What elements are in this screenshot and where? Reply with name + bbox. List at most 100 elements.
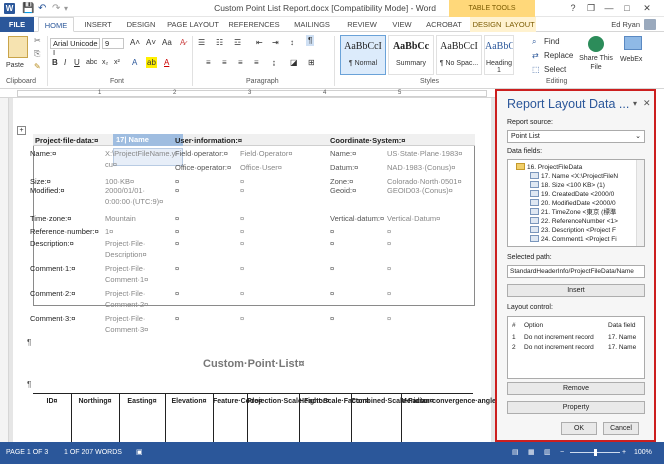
font-name-combo[interactable]: Arial Unicode I (50, 38, 100, 57)
coord-value[interactable]: ¤ (387, 227, 391, 236)
tree-item[interactable]: 23. Description <Project F (530, 226, 616, 235)
shrink-font-icon[interactable]: A˅ (146, 37, 156, 48)
coord-value[interactable]: ¤ (387, 239, 391, 248)
tab-file[interactable]: FILE (0, 17, 34, 32)
tab-review[interactable]: REVIEW (340, 17, 384, 32)
field-label[interactable]: Modified:¤ (30, 186, 65, 195)
highlight-icon[interactable]: ab (146, 57, 157, 68)
style-summary[interactable]: AaBbCc Summary (388, 35, 434, 75)
vertical-ruler[interactable] (0, 98, 9, 442)
layout-control-table[interactable]: # Option Data field 1 Do not increment r… (507, 316, 645, 379)
column-header[interactable]: Height·Scale·Factor¤ (299, 397, 369, 406)
font-color-icon[interactable]: A (164, 57, 169, 68)
find-icon[interactable]: ⌕ (532, 36, 536, 47)
coord-value[interactable]: GEOID03·(Conus)¤ (387, 186, 453, 195)
tab-view[interactable]: VIEW (386, 17, 418, 32)
coord-label[interactable]: Zone:¤ (330, 177, 353, 186)
tree-item[interactable]: 24. Comment1 <Project Fi (530, 235, 617, 244)
line-spacing-icon[interactable]: ↨ (272, 57, 276, 68)
user-label[interactable]: ¤ (175, 186, 179, 195)
field-label[interactable]: Time·zone:¤ (30, 214, 71, 223)
close-button[interactable]: ✕ (640, 2, 654, 14)
tree-item[interactable]: 22. ReferenceNumber <1> (530, 217, 618, 226)
field-label[interactable]: Name:¤ (30, 149, 56, 158)
user-value[interactable]: ¤ (240, 314, 244, 323)
avatar[interactable] (644, 19, 656, 30)
column-header[interactable]: ID¤ (33, 397, 71, 406)
field-value[interactable]: Mountain (105, 214, 136, 223)
copy-icon[interactable]: ⎘ (34, 48, 40, 59)
style-normal[interactable]: AaBbCcI ¶ Normal (340, 35, 386, 75)
insert-button[interactable]: Insert (507, 284, 645, 297)
zoom-in-icon[interactable]: + (622, 442, 626, 464)
user-label[interactable]: ¤ (175, 227, 179, 236)
user-value[interactable]: ¤ (240, 289, 244, 298)
field-label[interactable]: Reference·number:¤ (30, 227, 99, 236)
word-count[interactable]: 1 OF 207 WORDS (64, 442, 122, 464)
user-value[interactable]: ¤ (240, 227, 244, 236)
webex-button[interactable]: WebEx (620, 54, 642, 65)
bullets-icon[interactable]: ☰ (198, 37, 205, 48)
maximize-button[interactable]: □ (620, 2, 634, 14)
clear-format-icon[interactable]: A̷ (180, 37, 185, 48)
data-fields-tree[interactable]: 16. ProjectFileData 17. Name <X:\ProjectF… (507, 159, 645, 247)
sort-icon[interactable]: ↕ (290, 37, 294, 48)
align-right-icon[interactable]: ≡ (238, 57, 243, 68)
webex-icon[interactable] (624, 36, 642, 50)
coord-value[interactable]: NAD·1983·(Conus)¤ (387, 163, 455, 172)
redo-icon[interactable]: ↷ (52, 2, 60, 15)
shading-icon[interactable]: ◪ (290, 57, 298, 68)
layout-row-option[interactable]: Do not increment record (524, 344, 594, 351)
qat-dropdown-icon[interactable]: ▾ (64, 2, 68, 15)
layout-row-field[interactable]: 17. Name (608, 344, 636, 351)
share-button[interactable]: Share This File (579, 54, 613, 72)
column-header[interactable]: Easting¤ (119, 397, 165, 406)
user-value[interactable]: ¤ (240, 239, 244, 248)
layout-row-option[interactable]: Do not increment record (524, 334, 594, 341)
property-button[interactable]: Property (507, 401, 645, 414)
style-no-spacing[interactable]: AaBbCcI ¶ No Spac... (436, 35, 482, 75)
paste-button[interactable]: Paste (6, 60, 24, 71)
user-label[interactable]: ¤ (175, 314, 179, 323)
layout-row-number[interactable]: 1 (512, 334, 516, 341)
user-label[interactable]: ¤ (175, 239, 179, 248)
read-mode-icon[interactable]: ▤ (512, 442, 519, 464)
field-label[interactable]: Size:¤ (30, 177, 51, 186)
user-label[interactable]: Field·operator:¤ (175, 149, 228, 158)
pane-dropdown-icon[interactable]: ▾ (633, 99, 637, 108)
zoom-level[interactable]: 100% (634, 442, 652, 464)
field-value-line2[interactable]: Comment·2¤ (105, 300, 148, 309)
minimize-button[interactable]: — (602, 2, 616, 14)
cancel-button[interactable]: Cancel (603, 422, 639, 435)
coord-value[interactable]: ¤ (387, 264, 391, 273)
coord-label[interactable]: ¤ (330, 227, 334, 236)
zoom-out-icon[interactable]: − (560, 442, 564, 464)
coord-label[interactable]: Datum:¤ (330, 163, 358, 172)
report-source-select[interactable]: Point List ⌄ (507, 130, 645, 143)
field-value[interactable]: X:\ProjectFileName.y (105, 149, 175, 158)
tab-insert[interactable]: INSERT (78, 17, 118, 32)
coord-label[interactable]: ¤ (330, 264, 334, 273)
tree-item[interactable]: 21. TimeZone <東京 (標準 (530, 208, 616, 217)
tab-page-layout[interactable]: PAGE LAYOUT (164, 17, 222, 32)
share-icon[interactable] (588, 36, 604, 52)
selected-path-field[interactable]: StandardHeaderInfo/ProjectFileData/Name (507, 265, 645, 278)
coord-label[interactable]: Vertical·datum:¤ (330, 214, 384, 223)
page-indicator[interactable]: PAGE 1 OF 3 (6, 442, 48, 464)
format-painter-icon[interactable]: ✎ (34, 61, 41, 72)
coord-label[interactable]: ¤ (330, 239, 334, 248)
show-marks-icon[interactable]: ¶ (306, 35, 315, 46)
subscript-icon[interactable]: x₂ (102, 57, 108, 68)
replace-icon[interactable]: ⇄ (532, 50, 539, 61)
tree-item[interactable]: 18. Size <100 KB> (1) (530, 181, 605, 190)
align-center-icon[interactable]: ≡ (222, 57, 227, 68)
text-effects-icon[interactable]: A (132, 57, 137, 68)
cut-icon[interactable]: ✂ (34, 35, 41, 46)
tab-home[interactable]: HOME (38, 17, 74, 32)
document-page[interactable]: + 17| Name Project·file·data:¤ User·info… (13, 98, 495, 442)
user-value[interactable]: ¤ (240, 177, 244, 186)
tree-item[interactable]: 17. Name <X:\ProjectFileN (530, 172, 618, 181)
user-label[interactable]: ¤ (175, 289, 179, 298)
user-label[interactable]: ¤ (175, 177, 179, 186)
column-header[interactable]: Elevation¤ (165, 397, 213, 406)
